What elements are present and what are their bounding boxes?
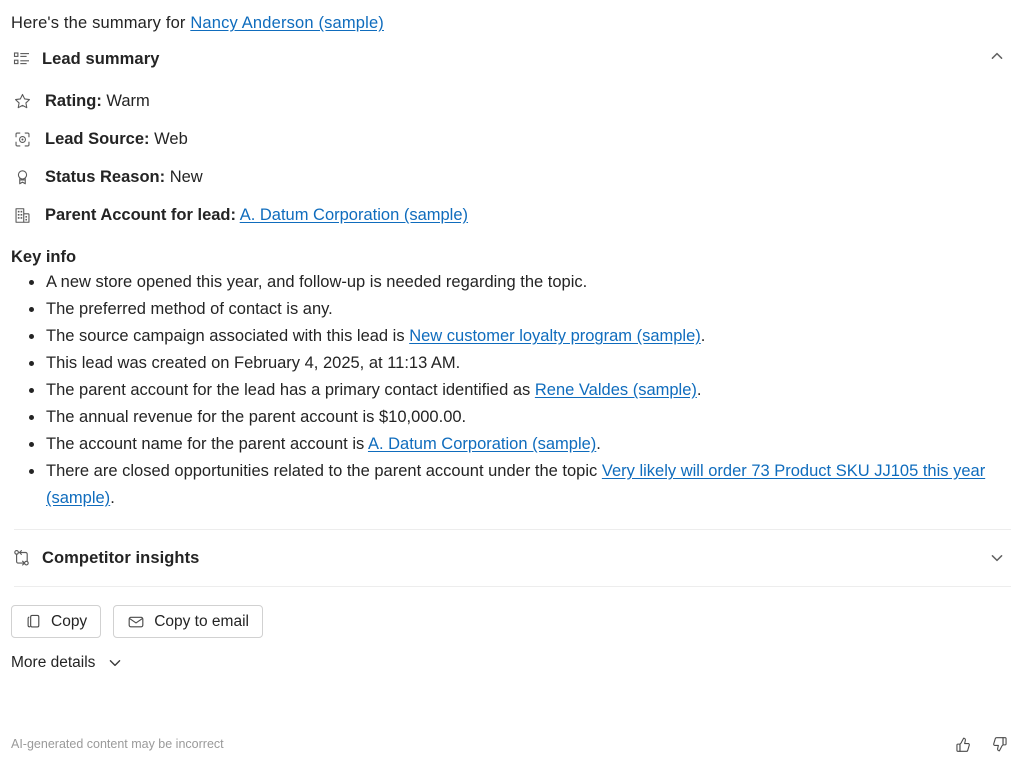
key-info-text: . [110,489,115,507]
key-info-text: The parent account for the lead has a pr… [46,381,535,399]
copy-button-label: Copy [51,612,88,630]
intro-prefix: Here's the summary for [11,14,191,32]
attribute-value: Warm [106,92,150,110]
key-info-bullet: This lead was created on February 4, 202… [29,350,995,377]
lead-summary-card: Here's the summary for Nancy Anderson (s… [0,0,1025,765]
lead-name-link[interactable]: Nancy Anderson (sample) [190,14,384,32]
parent-account-link[interactable]: A. Datum Corporation (sample) [240,206,468,224]
attribute-label: Lead Source: [45,130,150,148]
star-icon [11,90,33,112]
building-icon [11,204,33,226]
attribute-row-rating: Rating: Warm [11,82,1025,120]
competitor-insights-expand-toggle[interactable] [983,544,1011,572]
key-info-bullet: A new store opened this year, and follow… [29,269,995,296]
intro-line: Here's the summary for Nancy Anderson (s… [0,0,1025,34]
key-info-bullet: There are closed opportunities related t… [29,458,995,512]
key-info-text: . [700,327,706,345]
key-info-text: This lead was created on February 4, 202… [46,354,461,372]
attribute-label: Status Reason: [45,168,166,186]
key-info-text: The account name for the parent account … [46,435,368,453]
key-info-bullet: The annual revenue for the parent accoun… [29,404,995,431]
more-details-label: More details [11,654,96,671]
key-info-title: Key info [11,248,77,266]
attribute-row-parent-account: Parent Account for lead: A. Datum Corpor… [11,196,1025,234]
attribute-row-lead-source: Lead Source: Web [11,120,1025,158]
lead-summary-title: Lead summary [42,49,160,68]
ai-disclaimer: AI-generated content may be incorrect [11,737,224,751]
key-info-bullet: The parent account for the lead has a pr… [29,377,995,404]
chevron-up-icon [991,52,1003,59]
copy-button[interactable]: Copy [11,605,102,638]
key-info-bullet: The account name for the parent account … [29,431,995,458]
summary-list-icon [11,48,33,70]
key-info-text: The source campaign associated with this… [46,327,410,345]
envelope-icon [127,613,145,631]
competitor-insights-title: Competitor insights [42,548,200,567]
feedback-controls [950,731,1012,757]
attribute-value: Web [154,130,188,148]
key-info-link[interactable]: New customer loyalty program (sample) [409,327,701,345]
lead-summary-header[interactable]: Lead summary [0,34,1025,78]
lead-attributes: Rating: Warm Lead Source: Web Status Rea… [0,78,1025,234]
attribute-row-status-reason: Status Reason: New [11,158,1025,196]
attribute-value: New [169,168,203,186]
key-info-text: There are closed opportunities related t… [46,462,602,480]
key-info-bullet: The source campaign associated with this… [29,323,995,350]
key-info-text: . [696,381,702,399]
target-scan-icon [11,128,33,150]
chevron-down-icon [991,555,1003,562]
key-info-list: A new store opened this year, and follow… [0,269,1025,512]
key-info-text: The preferred method of contact is any. [46,300,333,318]
lead-summary-collapse-toggle[interactable] [983,42,1011,70]
key-info-link[interactable]: A. Datum Corporation (sample) [368,435,596,453]
thumbs-down-icon [990,735,1009,754]
thumbs-up-button[interactable] [950,731,976,757]
ribbon-badge-icon [11,166,33,188]
thumbs-up-icon [954,735,973,754]
action-buttons: Copy Copy to email [0,587,1025,638]
copy-to-email-button[interactable]: Copy to email [113,605,263,638]
key-info-text: The annual revenue for the parent accoun… [46,408,467,426]
thumbs-down-button[interactable] [986,731,1012,757]
key-info-bullet: The preferred method of contact is any. [29,296,995,323]
more-details-toggle[interactable]: More details [0,638,123,672]
key-info-link[interactable]: Rene Valdes (sample) [535,381,697,399]
key-info-text: . [596,435,601,453]
chevron-down-icon [107,655,123,671]
copy-icon [25,613,42,630]
key-info-text: A new store opened this year, and follow… [46,273,588,291]
attribute-label: Parent Account for lead: [45,206,236,224]
branch-swap-icon [11,547,33,569]
attribute-label: Rating: [45,92,102,110]
copy-to-email-button-label: Copy to email [154,612,249,630]
competitor-insights-header[interactable]: Competitor insights [0,530,1025,586]
footer: AI-generated content may be incorrect [0,731,1025,757]
